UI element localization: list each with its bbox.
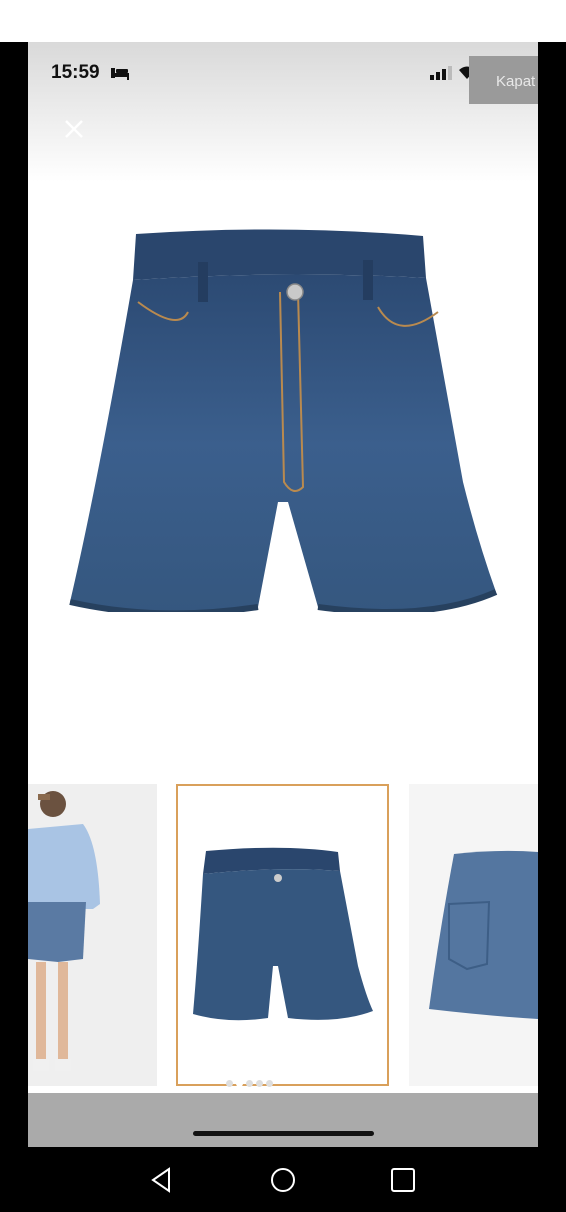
phone-screen: 15:59 92 Kapat: [28, 42, 538, 1147]
thumbnail-shorts-front[interactable]: [176, 784, 389, 1086]
signal-icon: [430, 66, 452, 80]
thumbnail-shorts-back[interactable]: [409, 784, 538, 1086]
home-icon[interactable]: [268, 1165, 298, 1195]
bed-icon: [111, 68, 129, 80]
denim-shorts-back-image: [429, 850, 538, 1019]
android-nav-bar: [0, 1147, 566, 1212]
denim-shorts-front-image: [193, 847, 373, 1021]
thumbnail-model-back[interactable]: [28, 784, 157, 1086]
kapat-button[interactable]: Kapat: [469, 56, 538, 104]
page-dot[interactable]: [256, 1080, 263, 1087]
close-icon[interactable]: [62, 117, 86, 141]
home-indicator[interactable]: [193, 1131, 374, 1136]
main-product-image[interactable]: [58, 182, 508, 612]
model-back-view-image: [28, 791, 100, 1071]
thumbnail-strip: [28, 784, 538, 1086]
status-time: 15:59: [51, 62, 100, 83]
right-frame: [538, 42, 566, 1147]
page-dot[interactable]: [266, 1080, 273, 1087]
page-indicator: [226, 1074, 276, 1092]
recents-icon[interactable]: [388, 1165, 418, 1195]
page-dot-active[interactable]: [236, 1080, 243, 1087]
page-dot[interactable]: [226, 1080, 233, 1087]
page-dot[interactable]: [246, 1080, 253, 1087]
status-bar: 15:59 92 Kapat: [28, 42, 538, 104]
left-frame: [0, 42, 28, 1147]
gallery-bottom-bar: [28, 1093, 538, 1147]
back-icon[interactable]: [147, 1165, 177, 1195]
